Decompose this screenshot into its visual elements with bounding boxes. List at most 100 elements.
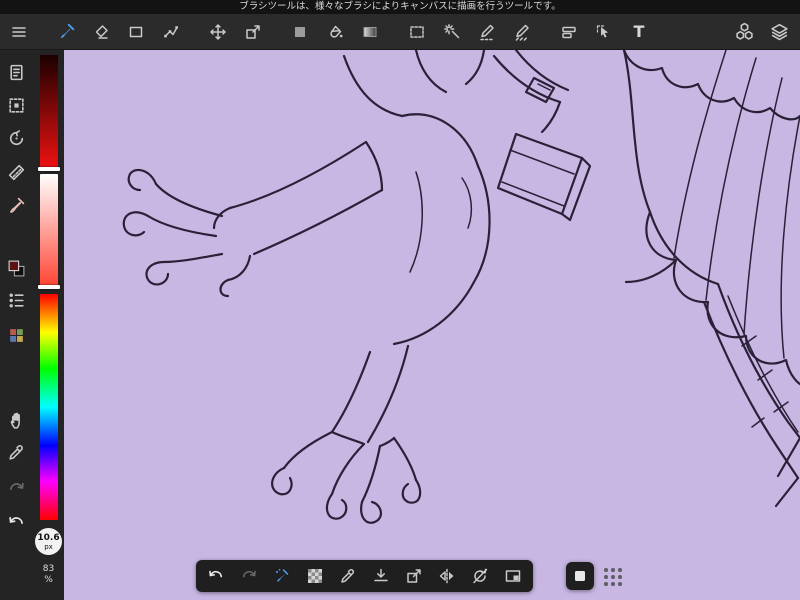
eraser-icon	[95, 24, 108, 39]
brush-icon	[60, 23, 74, 39]
bucket-tool-button[interactable]	[320, 17, 350, 47]
material-panel-button[interactable]	[729, 17, 759, 47]
paint-bucket-icon	[330, 25, 343, 38]
filled-square-icon	[295, 26, 305, 37]
select-pen-icon	[480, 24, 494, 40]
redo-icon	[10, 482, 24, 490]
gradient-tool-button[interactable]	[355, 17, 385, 47]
checkerboard-icon	[308, 569, 322, 583]
reset-rotation-button[interactable]	[468, 564, 492, 588]
reset-rotation-icon	[473, 568, 488, 584]
text-tool-button[interactable]: T	[624, 17, 654, 47]
color-swatch-button[interactable]	[6, 258, 27, 279]
eyedropper-icon	[9, 445, 23, 460]
redo-button[interactable]	[6, 478, 27, 499]
undo-icon	[9, 516, 23, 524]
polyline-icon	[164, 25, 178, 37]
save-download-icon	[374, 568, 388, 582]
rectangle-icon	[129, 26, 143, 37]
move-tool-button[interactable]	[203, 17, 233, 47]
select-panel-button[interactable]	[6, 95, 27, 116]
rotate-canvas-button[interactable]	[6, 128, 27, 149]
saturation-slider[interactable]	[40, 174, 58, 286]
magic-wand-button[interactable]	[437, 17, 467, 47]
floating-window-button[interactable]	[566, 562, 594, 590]
polyline-tool-button[interactable]	[156, 17, 186, 47]
reference-window-button[interactable]	[501, 564, 525, 588]
menu-icon	[12, 26, 26, 37]
palette-icon	[10, 329, 23, 342]
bottom-redo-button[interactable]	[237, 564, 261, 588]
text-tool-icon: T	[633, 22, 645, 41]
brush-list-icon	[9, 293, 24, 308]
brush-size-badge[interactable]: 10.6 px	[35, 528, 62, 555]
eyedropper-tool-button[interactable]	[6, 442, 27, 463]
reference-window-icon	[505, 570, 521, 582]
select-tool-button[interactable]	[402, 17, 432, 47]
zoom-indicator: 83 %	[33, 564, 64, 586]
transform-icon	[246, 24, 260, 39]
export-button[interactable]	[402, 564, 426, 588]
palette-button[interactable]	[6, 325, 27, 346]
bottom-undo-button[interactable]	[204, 564, 228, 588]
canvas-document-icon	[10, 64, 23, 81]
undo-icon	[209, 570, 223, 578]
ruler-button[interactable]	[6, 162, 27, 183]
brush-list-button[interactable]	[6, 290, 27, 311]
bottom-toolbar	[196, 560, 533, 592]
select-pen-button[interactable]	[472, 17, 502, 47]
save-button[interactable]	[369, 564, 393, 588]
toolbar-drag-handle[interactable]	[602, 566, 624, 588]
foreground-background-color-icon	[8, 260, 25, 277]
layers-icon	[770, 23, 788, 41]
rotate-icon	[9, 130, 24, 146]
flip-horizontal-button[interactable]	[435, 564, 459, 588]
zoom-value: 83	[42, 564, 55, 574]
redo-icon	[242, 570, 256, 578]
brush-tool-button[interactable]	[51, 17, 81, 47]
blend-brush-icon	[10, 197, 25, 213]
brush-settings-icon	[276, 569, 289, 582]
layer-panel-button[interactable]	[764, 17, 794, 47]
command-bar-button[interactable]	[554, 17, 584, 47]
shape-tool-button[interactable]	[121, 17, 151, 47]
marquee-select-icon	[410, 25, 424, 38]
canvas-artwork	[122, 48, 800, 524]
magic-wand-icon	[444, 23, 460, 38]
transparent-background-button[interactable]	[303, 564, 327, 588]
operation-select-button[interactable]	[589, 17, 619, 47]
hue-slider[interactable]	[40, 294, 58, 520]
blend-brush-button[interactable]	[6, 195, 27, 216]
value-slider-handle[interactable]	[38, 167, 60, 171]
menu-button[interactable]	[4, 17, 34, 47]
selection-icon	[9, 98, 24, 113]
move-icon	[210, 23, 226, 40]
hand-tool-button[interactable]	[6, 410, 27, 431]
flip-horizontal-icon	[439, 568, 454, 584]
command-bar-icon	[562, 26, 576, 38]
saturation-slider-handle[interactable]	[38, 285, 60, 289]
tool-description-bar: ブラシツールは、様々なブラシによりキャンバスに描画を行うツールです。	[0, 0, 800, 14]
material-cubes-icon	[735, 22, 753, 40]
left-sidebar	[0, 50, 33, 600]
eyedropper-icon	[341, 568, 355, 583]
color-panel: 10.6 px 83 %	[33, 50, 64, 600]
brush-size-unit: px	[44, 542, 53, 551]
transform-tool-button[interactable]	[238, 17, 268, 47]
fill-tool-button[interactable]	[285, 17, 315, 47]
canvas-panel-button[interactable]	[6, 62, 27, 83]
tool-description-text: ブラシツールは、様々なブラシによりキャンバスに描画を行うツールです。	[239, 1, 561, 12]
bottom-eyedropper-button[interactable]	[336, 564, 360, 588]
gradient-icon	[363, 26, 377, 37]
white-square-icon	[575, 571, 585, 581]
ruler-icon	[8, 164, 25, 181]
brush-settings-button[interactable]	[270, 564, 294, 588]
value-slider[interactable]	[40, 55, 58, 168]
export-icon	[407, 569, 421, 583]
eraser-tool-button[interactable]	[86, 17, 116, 47]
select-eraser-icon	[515, 24, 529, 41]
select-eraser-button[interactable]	[507, 17, 537, 47]
undo-button[interactable]	[6, 512, 27, 533]
drawing-canvas[interactable]	[64, 48, 800, 600]
paint-app-window: ブラシツールは、様々なブラシによりキャンバスに描画を行うツールです。 T 10.…	[0, 0, 800, 600]
